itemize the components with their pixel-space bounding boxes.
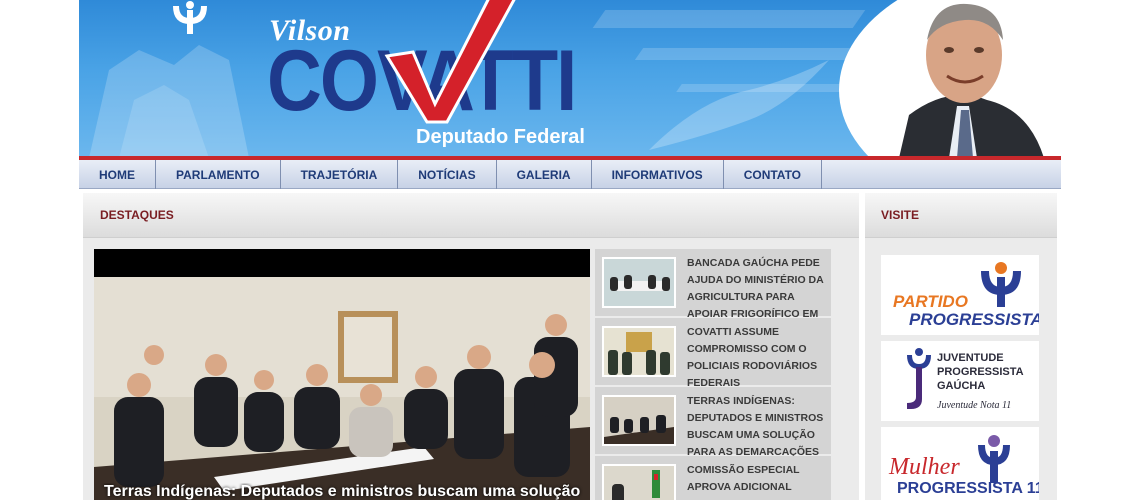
news-headline[interactable]: COMISSÃO ESPECIAL APROVA ADICIONAL bbox=[687, 462, 831, 496]
bird-silhouette-icon bbox=[649, 60, 829, 150]
banner-text: GAÚCHA bbox=[937, 380, 986, 392]
nav-galeria[interactable]: GALERIA bbox=[497, 160, 592, 189]
party-logo-icon[interactable] bbox=[169, 0, 211, 34]
banner-text: Mulher bbox=[889, 454, 960, 480]
jp-logo-icon bbox=[907, 348, 931, 409]
nav-parlamento[interactable]: PARLAMENTO bbox=[156, 160, 281, 189]
banner-tagline: Juventude Nota 11 bbox=[937, 400, 1012, 411]
news-item[interactable]: COMISSÃO ESPECIAL APROVA ADICIONAL bbox=[595, 456, 831, 500]
header-decoration bbox=[592, 10, 866, 28]
news-thumbnail bbox=[602, 464, 676, 500]
nav-trajetoria[interactable]: TRAJETÓRIA bbox=[281, 160, 399, 189]
brand-role: Deputado Federal bbox=[416, 126, 585, 148]
banner-juventude-progressista[interactable]: JUVENTUDE PROGRESSISTA GAÚCHA Juventude … bbox=[881, 341, 1039, 421]
news-thumbnail bbox=[602, 257, 676, 308]
nav-noticias[interactable]: NOTÍCIAS bbox=[398, 160, 497, 189]
news-item[interactable]: BANCADA GAÚCHA PEDE AJUDA DO MINISTÉRIO … bbox=[595, 249, 831, 337]
featured-news-caption[interactable]: Terras Indígenas: Deputados e ministros … bbox=[94, 483, 590, 500]
news-item[interactable]: COVATTI ASSUME COMPROMISSO COM O POLICIA… bbox=[595, 318, 831, 389]
nav-contato[interactable]: CONTATO bbox=[724, 160, 823, 189]
nav-informativos[interactable]: INFORMATIVOS bbox=[592, 160, 724, 189]
news-headline[interactable]: COVATTI ASSUME COMPROMISSO COM O POLICIA… bbox=[687, 324, 831, 392]
banner-text: PROGRESSISTA bbox=[937, 366, 1024, 378]
site-header: Vilson COVATTI Deputado Federal bbox=[79, 0, 1061, 158]
banner-text: PROGRESSISTA 11 bbox=[897, 480, 1039, 497]
pp-logo-icon bbox=[981, 262, 1021, 307]
featured-news-photo bbox=[94, 277, 590, 500]
banner-text: JUVENTUDE bbox=[937, 352, 1004, 364]
banner-mulher-progressista[interactable]: Mulher PROGRESSISTA 11 bbox=[881, 427, 1039, 500]
news-thumbnail bbox=[602, 326, 676, 377]
page: Vilson COVATTI Deputado Federal HOME PAR… bbox=[0, 0, 1140, 500]
news-thumbnail bbox=[602, 395, 676, 446]
news-headline[interactable]: TERRAS INDÍGENAS: DEPUTADOS E MINISTROS … bbox=[687, 393, 831, 461]
news-list: BANCADA GAÚCHA PEDE AJUDA DO MINISTÉRIO … bbox=[595, 249, 831, 500]
deputy-photo bbox=[899, 3, 1044, 158]
mp-logo-icon bbox=[978, 435, 1010, 483]
main-nav: HOME PARLAMENTO TRAJETÓRIA NOTÍCIAS GALE… bbox=[79, 160, 1061, 189]
flag-silhouette-icon bbox=[89, 45, 249, 158]
banner-text: PROGRESSISTA bbox=[909, 310, 1039, 329]
nav-home[interactable]: HOME bbox=[79, 160, 156, 189]
header-decoration bbox=[634, 48, 864, 60]
brand-v-check-icon bbox=[384, 0, 516, 124]
highlights-title: DESTAQUES bbox=[83, 193, 859, 238]
featured-news[interactable]: Terras Indígenas: Deputados e ministros … bbox=[94, 249, 590, 500]
banner-partido-progressista[interactable]: PARTIDO PROGRESSISTA bbox=[881, 255, 1039, 335]
banner-text: PARTIDO bbox=[893, 292, 968, 311]
highlights-section: DESTAQUES Terras Indígenas: Deputados e … bbox=[83, 193, 859, 500]
visit-title: VISITE bbox=[865, 193, 1057, 238]
news-item[interactable]: TERRAS INDÍGENAS: DEPUTADOS E MINISTROS … bbox=[595, 387, 831, 458]
visit-section: VISITE PARTIDO PROGRESSISTA JUVENTUDE PR… bbox=[865, 193, 1057, 500]
